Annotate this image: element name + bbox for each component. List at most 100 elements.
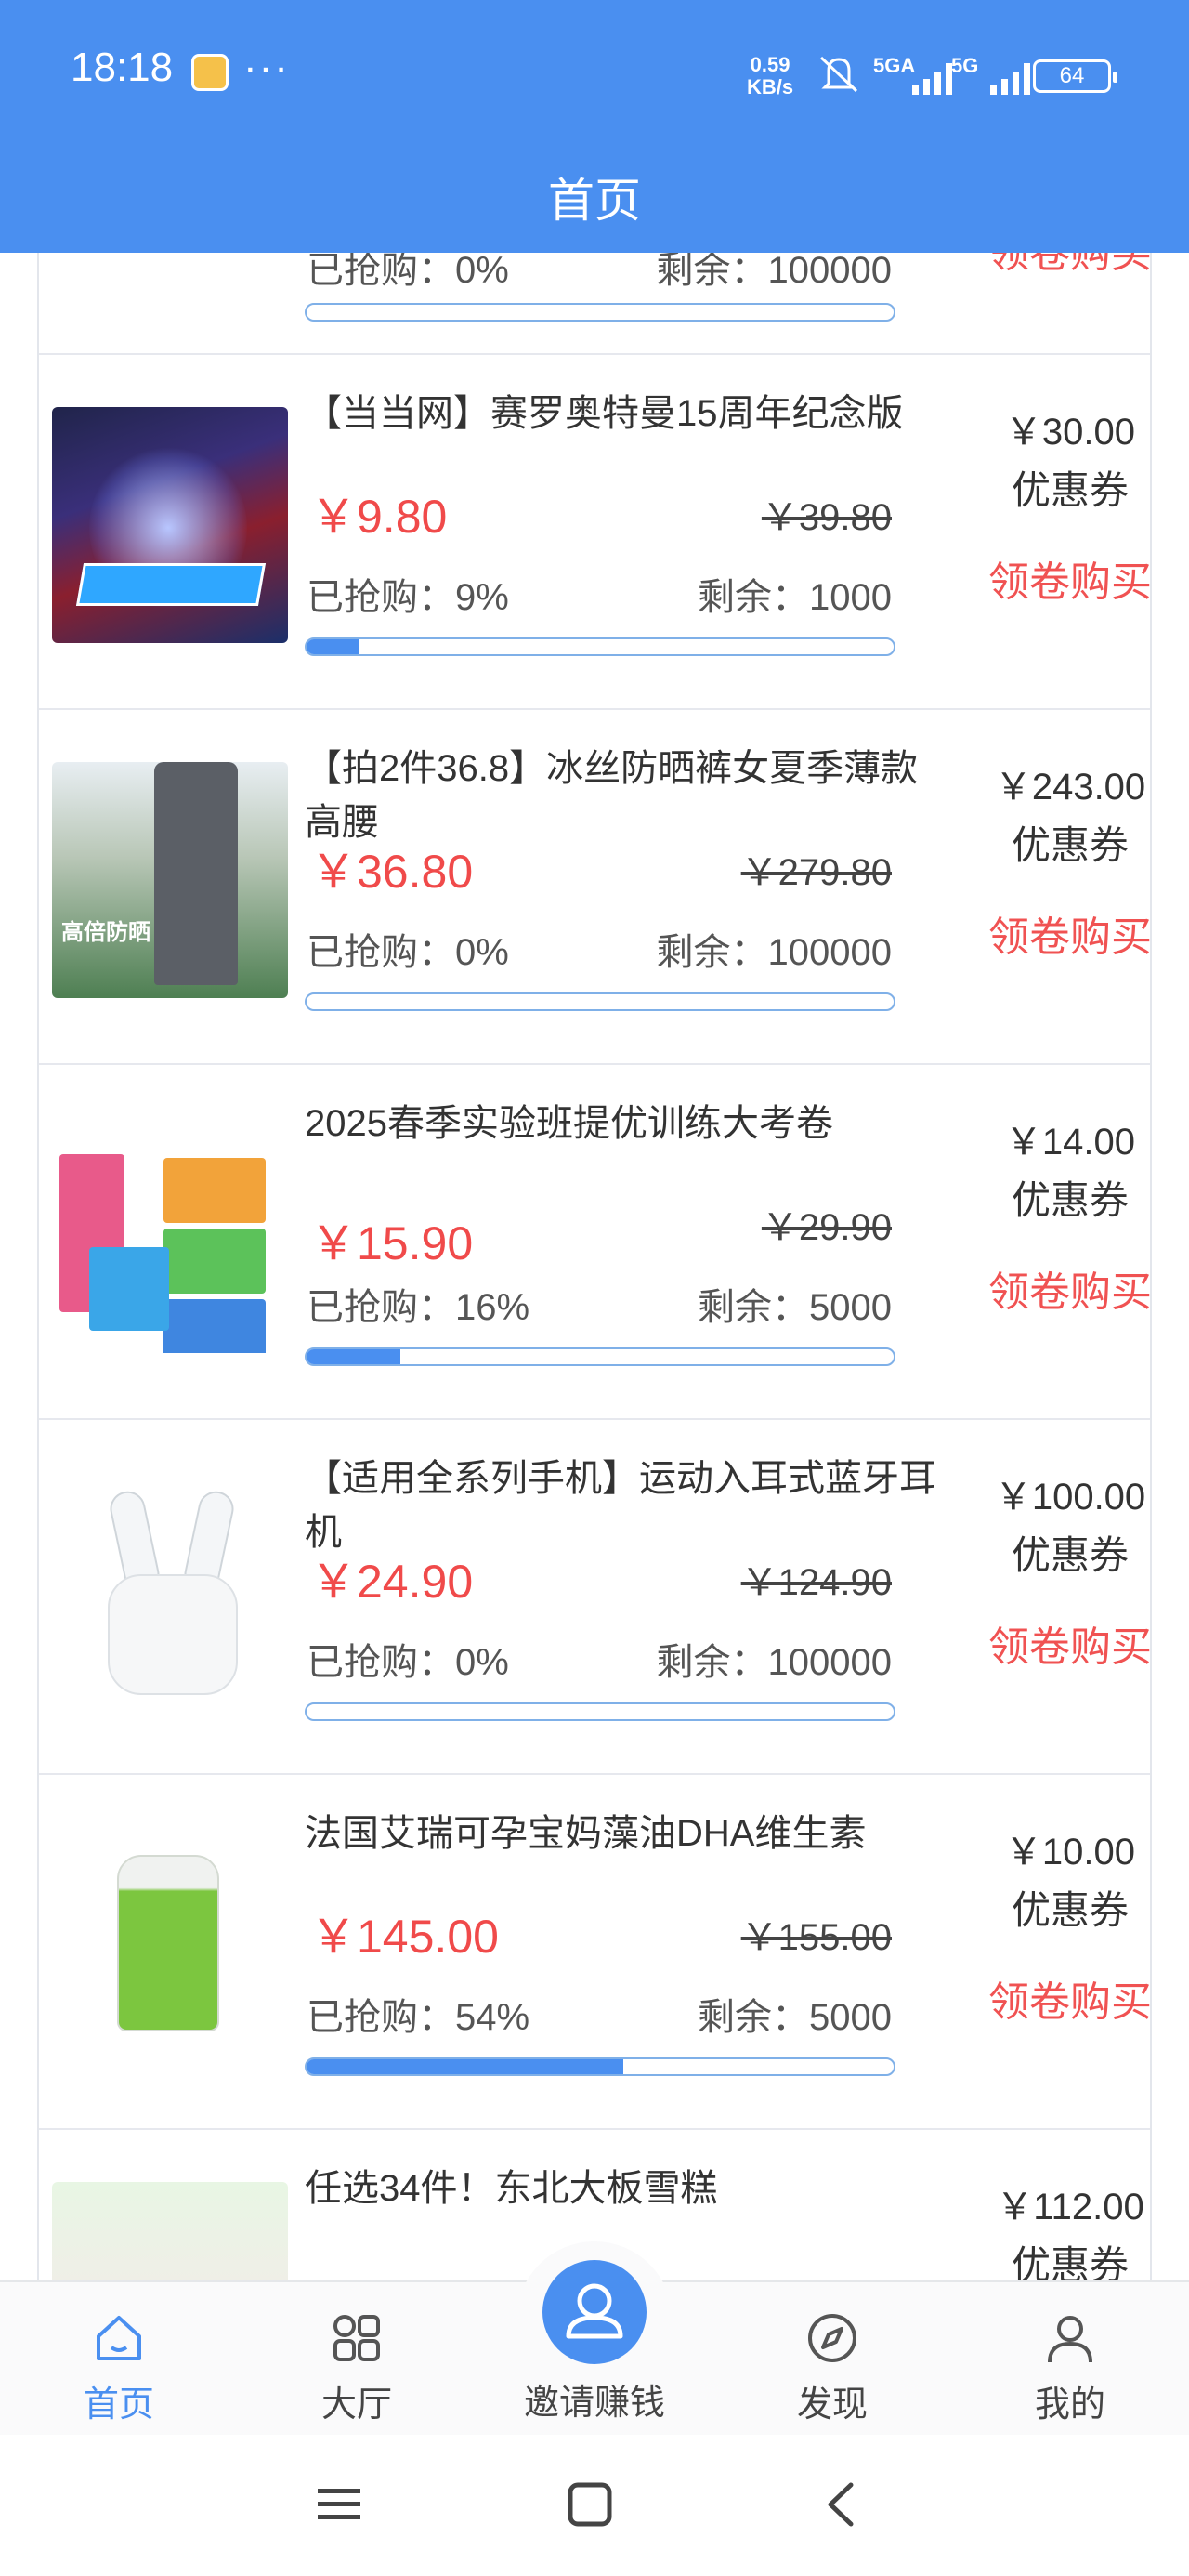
earbuds-image	[52, 1472, 288, 1708]
product-title[interactable]: 【当当网】赛罗奥特曼15周年纪念版	[305, 387, 936, 440]
product-image[interactable]: 高倍防晒	[52, 762, 288, 998]
notification-app-icon	[191, 54, 229, 91]
product-item[interactable]: 【当当网】赛罗奥特曼15周年纪念版 ￥9.80 ￥39.80 已抢购：9% 剩余…	[39, 355, 1150, 710]
sold-percent: 已抢购：16%	[307, 1287, 530, 1328]
product-title[interactable]: 任选34件！东北大板雪糕	[305, 2162, 936, 2215]
product-price: ￥9.80	[310, 491, 448, 543]
signal-label-5g: 5G	[951, 54, 979, 77]
ultraman-book-image	[52, 407, 288, 643]
product-item[interactable]: 法国艾瑞可孕宝妈藻油DHA维生素 ￥145.00 ￥155.00 已抢购：54%…	[39, 1775, 1150, 2130]
remaining-count: 剩余：100000	[656, 932, 892, 973]
coupon-label: 优惠券	[1011, 468, 1129, 512]
original-price: ￥29.90	[761, 1207, 892, 1248]
more-notifications-icon: ···	[243, 45, 290, 90]
coupon-value: ￥10.00	[1004, 1832, 1136, 1873]
coupon-label: 优惠券	[1011, 1533, 1129, 1577]
invite-label[interactable]: 邀请赚钱	[483, 2373, 706, 2425]
product-image[interactable]	[52, 1827, 288, 2063]
sold-progress-fill	[307, 639, 359, 654]
coupon-value: ￥100.00	[994, 1477, 1146, 1518]
remaining-count: 剩余：1000	[698, 577, 892, 618]
nav-mine-label: 我的	[1034, 2385, 1105, 2425]
sold-progress-bar	[305, 2057, 895, 2076]
nav-mine[interactable]: 我的	[977, 2282, 1163, 2437]
coupon-label: 优惠券	[1011, 1888, 1129, 1932]
nav-home-label: 首页	[83, 2385, 154, 2425]
claim-coupon-buy-button[interactable]: 领卷购买	[931, 1258, 1150, 1318]
cellular-signal-5ga: 5GA	[873, 54, 957, 95]
exam-books-image	[52, 1117, 288, 1353]
nav-discover[interactable]: 发现	[739, 2282, 925, 2437]
product-price: ￥15.90	[310, 1217, 474, 1269]
product-list: 已抢购：0% 剩余：100000 领卷购买 【当当网】赛罗奥特曼15周年纪念版 …	[37, 0, 1152, 2286]
invite-button[interactable]	[542, 2260, 647, 2364]
original-price: ￥39.80	[761, 497, 892, 538]
home-square-icon[interactable]	[557, 2472, 622, 2537]
battery-icon: 64	[1033, 59, 1117, 93]
coupon-value: ￥112.00	[996, 2187, 1144, 2228]
remaining-count: 剩余：5000	[698, 1997, 892, 2038]
nav-home[interactable]: 首页	[26, 2282, 212, 2437]
sold-percent: 已抢购：0%	[307, 1642, 509, 1683]
product-title[interactable]: 【拍2件36.8】冰丝防晒裤女夏季薄款高腰	[305, 742, 936, 849]
claim-coupon-buy-button[interactable]: 领卷购买	[931, 1613, 1150, 1673]
product-image[interactable]	[52, 2182, 288, 2286]
signal-bars-icon	[990, 63, 1030, 95]
invite-user-icon	[566, 2283, 623, 2339]
coupon-value: ￥30.00	[1004, 412, 1136, 453]
network-speed-unit: KB/s	[747, 75, 794, 99]
nav-hall[interactable]: 大厅	[264, 2282, 450, 2437]
coupon-label: 优惠券	[1011, 823, 1129, 867]
top-bar: 18:18 ··· 0.59 KB/s 5GA 5G 64 首页	[0, 0, 1189, 253]
sold-progress-bar	[305, 1702, 895, 1721]
product-image[interactable]	[52, 1117, 288, 1353]
original-price: ￥155.00	[740, 1917, 892, 1958]
status-time: 18:18	[71, 45, 174, 90]
product-item[interactable]: 2025春季实验班提优训练大考卷 ￥15.90 ￥29.90 已抢购：16% 剩…	[39, 1065, 1150, 1420]
product-image[interactable]	[52, 407, 288, 643]
page-title: 首页	[548, 175, 641, 227]
claim-coupon-buy-button[interactable]: 领卷购买	[931, 1968, 1150, 2028]
network-speed-value: 0.59	[750, 53, 790, 76]
claim-coupon-buy-button[interactable]: 领卷购买	[931, 903, 1150, 963]
coupon-value: ￥14.00	[1004, 1122, 1136, 1163]
sold-percent: 已抢购：54%	[307, 1997, 530, 2038]
sold-progress-bar	[305, 1347, 895, 1366]
coupon-label: 优惠券	[1011, 1178, 1129, 1222]
original-price: ￥124.90	[740, 1562, 892, 1603]
sold-progress-fill	[307, 1349, 401, 1364]
home-icon	[97, 2316, 141, 2360]
product-price: ￥24.90	[310, 1556, 474, 1608]
status-bar: 18:18 ··· 0.59 KB/s 5GA 5G 64	[0, 0, 1189, 149]
compass-icon	[808, 2314, 856, 2362]
product-item[interactable]: 【适用全系列手机】运动入耳式蓝牙耳机 ￥24.90 ￥124.90 已抢购：0%…	[39, 1420, 1150, 1775]
product-title[interactable]: 【适用全系列手机】运动入耳式蓝牙耳机	[305, 1452, 936, 1559]
original-price: ￥279.80	[740, 852, 892, 893]
system-nav-bar	[0, 2435, 1189, 2576]
coupon-value: ￥243.00	[994, 767, 1146, 808]
sold-progress-bar	[305, 637, 895, 656]
menu-icon[interactable]	[307, 2472, 372, 2537]
sold-progress-bar	[305, 303, 895, 322]
product-price: ￥36.80	[310, 846, 474, 898]
product-image[interactable]	[52, 1472, 288, 1708]
signal-bars-icon	[912, 63, 952, 95]
image-caption: 高倍防晒	[61, 920, 150, 945]
sold-progress-fill	[307, 2059, 624, 2074]
dha-bottle-image	[52, 1827, 288, 2063]
back-icon[interactable]	[810, 2472, 875, 2537]
coupon-label: 优惠券	[1011, 2243, 1129, 2286]
product-title[interactable]: 2025春季实验班提优训练大考卷	[305, 1097, 936, 1150]
sold-progress-bar	[305, 992, 895, 1011]
sun-pants-image: 高倍防晒	[52, 762, 288, 998]
nav-discover-label: 发现	[796, 2385, 868, 2425]
remaining-count: 剩余：100000	[656, 1642, 892, 1683]
network-speed: 0.59 KB/s	[747, 54, 793, 99]
claim-coupon-buy-button[interactable]: 领卷购买	[931, 548, 1150, 608]
nav-hall-label: 大厅	[320, 2385, 392, 2425]
product-title[interactable]: 法国艾瑞可孕宝妈藻油DHA维生素	[305, 1807, 936, 1860]
product-price: ￥145.00	[310, 1911, 499, 1963]
product-item[interactable]: 高倍防晒 【拍2件36.8】冰丝防晒裤女夏季薄款高腰 ￥36.80 ￥279.8…	[39, 710, 1150, 1065]
remaining-count: 剩余：5000	[698, 1287, 892, 1328]
signal-label-5ga: 5GA	[873, 54, 916, 77]
